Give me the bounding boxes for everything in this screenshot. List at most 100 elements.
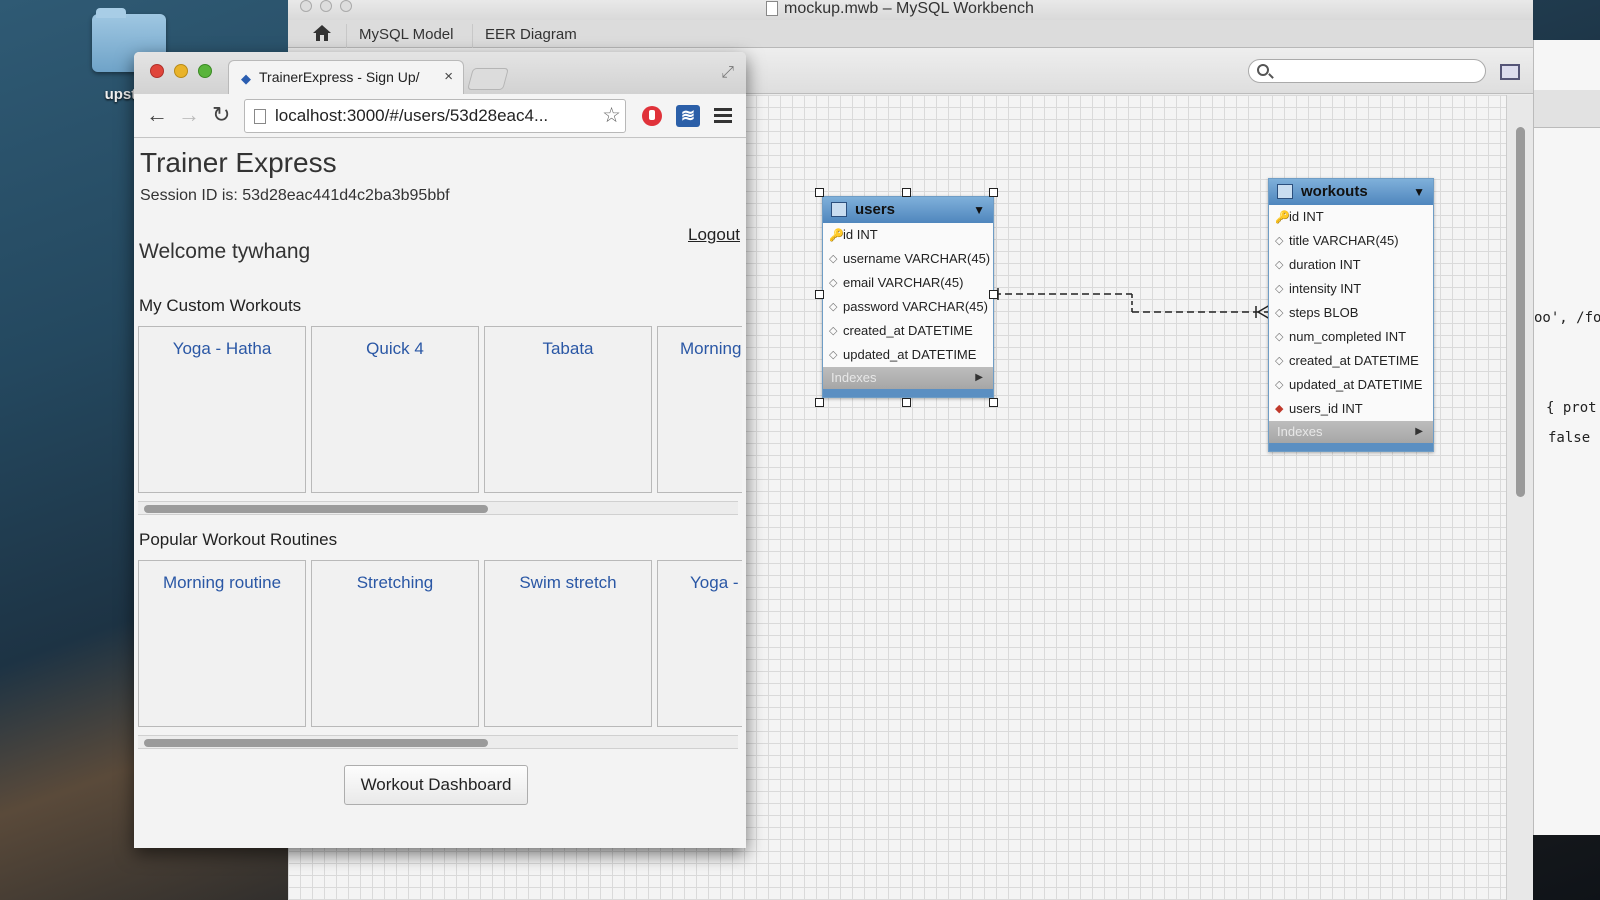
users-table[interactable]: users ▼ 🔑 id INT ◇ username VARCHAR(45) ◇ e… (822, 196, 994, 398)
page-title: Trainer Express (140, 147, 337, 178)
workouts-column-num-completed[interactable]: ◇ num_completed INT (1269, 325, 1433, 349)
workouts-table-header[interactable]: workouts ▼ (1269, 179, 1433, 205)
code-line: { prot (1546, 400, 1597, 416)
foreign-key-icon: ◆ (1275, 403, 1284, 415)
logout-link[interactable]: Logout (688, 225, 740, 245)
column-diamond-icon: ◇ (829, 253, 838, 265)
workouts-column-duration[interactable]: ◇ duration INT (1269, 253, 1433, 277)
workout-card-title[interactable]: Yoga - (658, 573, 742, 593)
browser-tabstrip: ◆ TrainerExpress - Sign Up/ × ⤢ (134, 52, 746, 94)
resize-handle[interactable] (989, 188, 998, 197)
column-label: steps BLOB (1289, 305, 1359, 320)
column-label: created_at DATETIME (1289, 353, 1419, 368)
address-bar[interactable]: localhost:3000/#/users/53d28eac4... ☆ (244, 99, 626, 133)
workouts-indexes-section[interactable]: Indexes ▶ (1269, 421, 1433, 443)
workouts-column-steps[interactable]: ◇ steps BLOB (1269, 301, 1433, 325)
workouts-table[interactable]: workouts ▼ 🔑 id INT ◇ title VARCHAR(45) ◇ d… (1268, 178, 1434, 452)
resize-handle[interactable] (989, 398, 998, 407)
resize-handle[interactable] (815, 188, 824, 197)
column-label: intensity INT (1289, 281, 1362, 296)
users-column-password[interactable]: ◇ password VARCHAR(45) (823, 295, 993, 319)
close-window-icon[interactable] (150, 64, 164, 78)
collapse-arrow-icon[interactable]: ▼ (973, 197, 985, 223)
scrollbar-thumb[interactable] (144, 505, 488, 513)
column-label: title VARCHAR(45) (1289, 233, 1399, 248)
workout-card[interactable]: Morning (657, 326, 742, 493)
workout-card[interactable]: Yoga - Hatha (138, 326, 306, 493)
workouts-table-name: workouts (1301, 183, 1368, 200)
page-icon (254, 109, 266, 124)
popular-workouts-carousel[interactable]: Morning routine Stretching Swim stretch … (138, 560, 742, 730)
primary-key-icon: 🔑 (1275, 210, 1290, 224)
browser-window: ◆ TrainerExpress - Sign Up/ × ⤢ ← → ↻ lo… (134, 52, 746, 848)
resize-handle[interactable] (902, 188, 911, 197)
workout-card-title[interactable]: Quick 4 (312, 339, 478, 359)
column-label: email VARCHAR(45) (843, 275, 964, 290)
resize-handle[interactable] (815, 290, 824, 299)
column-label: username VARCHAR(45) (843, 251, 991, 266)
workout-card[interactable]: Swim stretch (484, 560, 652, 727)
workout-card-title[interactable]: Morning (658, 339, 742, 359)
popular-workouts-scrollbar[interactable] (138, 735, 738, 749)
workout-card[interactable]: Morning routine (138, 560, 306, 727)
workouts-column-title[interactable]: ◇ title VARCHAR(45) (1269, 229, 1433, 253)
custom-workouts-carousel[interactable]: Yoga - Hatha Quick 4 Tabata Morning (138, 326, 742, 496)
workouts-column-users-id[interactable]: ◆ users_id INT (1269, 397, 1433, 421)
session-id-text: Session ID is: 53d28eac441d4c2ba3b95bbf (140, 187, 450, 204)
column-label: created_at DATETIME (843, 323, 973, 338)
workout-card[interactable]: Yoga - (657, 560, 742, 727)
column-label: id INT (843, 227, 878, 242)
workout-card-title[interactable]: Yoga - Hatha (139, 339, 305, 359)
users-table-name: users (855, 201, 896, 218)
users-column-username[interactable]: ◇ username VARCHAR(45) (823, 247, 993, 271)
back-arrow-icon[interactable]: ← (146, 102, 168, 128)
welcome-text: Welcome tywhang (139, 240, 311, 263)
workouts-column-updated-at[interactable]: ◇ updated_at DATETIME (1269, 373, 1433, 397)
table-footer (1269, 443, 1433, 451)
column-label: id INT (1289, 209, 1324, 224)
close-tab-icon[interactable]: × (444, 68, 453, 85)
resize-handle[interactable] (989, 290, 998, 299)
code-line: oo', /fo (1534, 310, 1600, 326)
favicon-icon: ◆ (241, 71, 251, 86)
browser-tab-title: TrainerExpress - Sign Up/ (259, 69, 420, 85)
expand-arrow-icon[interactable]: ▶ (975, 367, 983, 389)
users-column-created-at[interactable]: ◇ created_at DATETIME (823, 319, 993, 343)
users-indexes-section[interactable]: Indexes ▶ (823, 367, 993, 389)
workout-card-title[interactable]: Stretching (312, 573, 478, 593)
users-column-email[interactable]: ◇ email VARCHAR(45) (823, 271, 993, 295)
expand-arrow-icon[interactable]: ▶ (1415, 421, 1423, 443)
workout-card-title[interactable]: Morning routine (139, 573, 305, 593)
scrollbar-thumb[interactable] (144, 739, 488, 747)
menu-icon[interactable] (714, 108, 732, 124)
users-table-header[interactable]: users ▼ (823, 197, 993, 223)
workouts-column-intensity[interactable]: ◇ intensity INT (1269, 277, 1433, 301)
collapse-arrow-icon[interactable]: ▼ (1413, 179, 1425, 205)
workout-dashboard-button[interactable]: Workout Dashboard (344, 765, 528, 805)
custom-workouts-heading: My Custom Workouts (139, 296, 302, 315)
new-tab-button[interactable] (467, 68, 509, 90)
users-column-updated-at[interactable]: ◇ updated_at DATETIME (823, 343, 993, 367)
fullscreen-icon[interactable]: ⤢ (721, 64, 734, 82)
workout-card-title[interactable]: Swim stretch (485, 573, 651, 593)
browser-tab[interactable]: ◆ TrainerExpress - Sign Up/ × (228, 60, 464, 94)
extension-icon[interactable]: ≋ (676, 105, 700, 127)
column-label: updated_at DATETIME (1289, 377, 1423, 392)
column-diamond-icon: ◇ (1275, 379, 1284, 391)
workout-card[interactable]: Quick 4 (311, 326, 479, 493)
users-column-id[interactable]: 🔑 id INT (823, 223, 993, 247)
custom-workouts-scrollbar[interactable] (138, 501, 738, 515)
forward-arrow-icon[interactable]: → (178, 102, 200, 128)
reload-icon[interactable]: ↻ (212, 102, 230, 128)
resize-handle[interactable] (902, 398, 911, 407)
minimize-window-icon[interactable] (174, 64, 188, 78)
workout-card[interactable]: Stretching (311, 560, 479, 727)
workout-card[interactable]: Tabata (484, 326, 652, 493)
workout-card-title[interactable]: Tabata (485, 339, 651, 359)
workouts-column-id[interactable]: 🔑 id INT (1269, 205, 1433, 229)
stop-extension-icon[interactable] (642, 106, 662, 126)
resize-handle[interactable] (815, 398, 824, 407)
workouts-column-created-at[interactable]: ◇ created_at DATETIME (1269, 349, 1433, 373)
zoom-window-icon[interactable] (198, 64, 212, 78)
bookmark-star-icon[interactable]: ☆ (602, 103, 621, 128)
